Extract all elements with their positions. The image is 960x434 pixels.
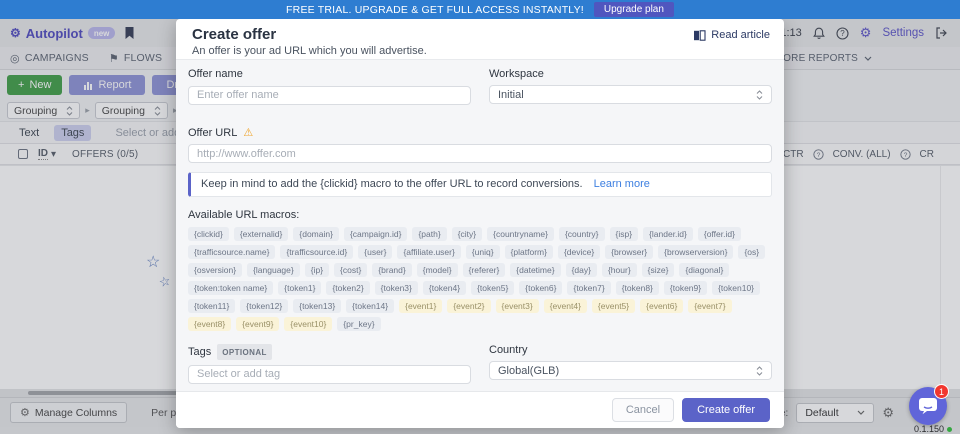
macro-chip[interactable]: {token5}	[471, 281, 514, 295]
macro-chip[interactable]: {campaign.id}	[344, 227, 408, 241]
updown-icon	[756, 366, 763, 376]
macro-chip[interactable]: {token4}	[423, 281, 466, 295]
offer-url-input[interactable]	[188, 144, 772, 163]
app-window: FREE TRIAL. UPGRADE & GET FULL ACCESS IN…	[0, 0, 960, 434]
macro-chip[interactable]: {token1}	[278, 281, 321, 295]
modal-subtitle: An offer is your ad URL which you will a…	[192, 45, 768, 57]
macro-chip[interactable]: {datetime}	[510, 263, 560, 277]
macro-chip[interactable]: {event2}	[447, 299, 490, 313]
chat-notification-badge: 1	[934, 384, 949, 399]
upgrade-plan-button[interactable]: Upgrade plan	[594, 2, 674, 17]
macro-chip[interactable]: {token10}	[712, 281, 760, 295]
macro-chip[interactable]: {event8}	[188, 317, 231, 331]
updown-icon	[756, 90, 763, 100]
macro-chip[interactable]: {token7}	[567, 281, 610, 295]
macro-chip[interactable]: {token11}	[188, 299, 235, 313]
macro-chip[interactable]: {token2}	[326, 281, 369, 295]
macro-chip[interactable]: {country}	[559, 227, 605, 241]
macros-label: Available URL macros:	[188, 209, 772, 221]
read-article-label: Read article	[711, 29, 770, 41]
macro-chip[interactable]: {offer.id}	[698, 227, 741, 241]
macro-chip[interactable]: {referer}	[463, 263, 506, 277]
offer-url-label: Offer URL	[188, 127, 237, 140]
clickid-note: Keep in mind to add the {clickid} macro …	[188, 172, 772, 197]
macro-chip[interactable]: {token14}	[346, 299, 394, 313]
country-value: Global(GLB)	[498, 365, 559, 377]
macro-chip[interactable]: {event7}	[688, 299, 731, 313]
read-article-link[interactable]: Read article	[693, 29, 770, 41]
trial-message: FREE TRIAL. UPGRADE & GET FULL ACCESS IN…	[286, 4, 584, 16]
macro-chip[interactable]: {event3}	[496, 299, 539, 313]
optional-badge: OPTIONAL	[217, 344, 272, 360]
warning-icon: ⚠	[243, 127, 253, 140]
tags-input[interactable]	[188, 365, 471, 384]
macro-chip[interactable]: {path}	[412, 227, 446, 241]
macro-chip[interactable]: {language}	[247, 263, 300, 277]
book-icon	[693, 30, 706, 41]
macro-chip[interactable]: {token8}	[616, 281, 659, 295]
macro-chip[interactable]: {event4}	[544, 299, 587, 313]
country-label: Country	[489, 344, 772, 357]
macro-chip[interactable]: {token13}	[293, 299, 341, 313]
chat-widget-button[interactable]: 1	[909, 387, 947, 425]
macro-chip[interactable]: {token3}	[375, 281, 418, 295]
macro-chip[interactable]: {hour}	[602, 263, 637, 277]
macro-chip[interactable]: {browser}	[605, 245, 653, 259]
macro-chip[interactable]: {token9}	[664, 281, 707, 295]
offer-name-input[interactable]	[188, 86, 471, 105]
macro-chip[interactable]: {browserversion}	[658, 245, 733, 259]
tags-label: Tags	[188, 346, 211, 359]
macro-chip[interactable]: {trafficsource.id}	[280, 245, 353, 259]
modal-footer: Cancel Create offer	[176, 391, 784, 428]
country-select[interactable]: Global(GLB)	[489, 361, 772, 380]
macro-chip[interactable]: {lander.id}	[643, 227, 693, 241]
offer-name-label: Offer name	[188, 68, 471, 81]
macro-chip[interactable]: {city}	[452, 227, 482, 241]
chat-icon	[918, 397, 938, 415]
macro-chip[interactable]: {uniq}	[466, 245, 500, 259]
macro-chip[interactable]: {domain}	[293, 227, 339, 241]
macro-chip[interactable]: {pr_key}	[337, 317, 380, 331]
clickid-note-text: Keep in mind to add the {clickid} macro …	[201, 178, 583, 190]
cancel-button[interactable]: Cancel	[612, 398, 674, 422]
modal-header: Create offer An offer is your ad URL whi…	[176, 19, 784, 59]
macro-chip[interactable]: {clickid}	[188, 227, 229, 241]
url-macros-list: {clickid} {externalid} {domain} {campaig…	[188, 227, 772, 331]
macro-chip[interactable]: {token12}	[240, 299, 288, 313]
macro-chip[interactable]: {platform}	[505, 245, 553, 259]
create-offer-modal: Create offer An offer is your ad URL whi…	[176, 19, 784, 428]
macro-chip[interactable]: {affiliate.user}	[397, 245, 460, 259]
macro-chip[interactable]: {token:token name}	[188, 281, 273, 295]
macro-chip[interactable]: {brand}	[372, 263, 411, 277]
macro-chip[interactable]: {trafficsource.name}	[188, 245, 275, 259]
macro-chip[interactable]: {user}	[358, 245, 392, 259]
macro-chip[interactable]: {event6}	[640, 299, 683, 313]
macro-chip[interactable]: {size}	[642, 263, 675, 277]
macro-chip[interactable]: {token6}	[519, 281, 562, 295]
trial-banner: FREE TRIAL. UPGRADE & GET FULL ACCESS IN…	[0, 0, 960, 19]
macro-chip[interactable]: {event9}	[236, 317, 279, 331]
macro-chip[interactable]: {event5}	[592, 299, 635, 313]
macro-chip[interactable]: {event1}	[399, 299, 442, 313]
macro-chip[interactable]: {isp}	[610, 227, 639, 241]
macro-chip[interactable]: {cost}	[334, 263, 367, 277]
learn-more-link[interactable]: Learn more	[594, 178, 650, 190]
workspace-select[interactable]: Initial	[489, 85, 772, 104]
macro-chip[interactable]: {day}	[566, 263, 597, 277]
modal-body: Offer name Workspace Initial Offer URL ⚠	[176, 59, 784, 391]
macro-chip[interactable]: {device}	[558, 245, 600, 259]
macro-chip[interactable]: {event10}	[284, 317, 332, 331]
macro-chip[interactable]: {model}	[417, 263, 458, 277]
macro-chip[interactable]: {ip}	[305, 263, 329, 277]
modal-title: Create offer	[192, 26, 768, 43]
macro-chip[interactable]: {diagonal}	[679, 263, 729, 277]
create-offer-button[interactable]: Create offer	[682, 398, 770, 422]
macro-chip[interactable]: {os}	[738, 245, 765, 259]
macro-chip[interactable]: {externalid}	[234, 227, 289, 241]
workspace-value: Initial	[498, 89, 524, 101]
macro-chip[interactable]: {osversion}	[188, 263, 242, 277]
workspace-label: Workspace	[489, 68, 772, 81]
macro-chip[interactable]: {countryname}	[487, 227, 554, 241]
